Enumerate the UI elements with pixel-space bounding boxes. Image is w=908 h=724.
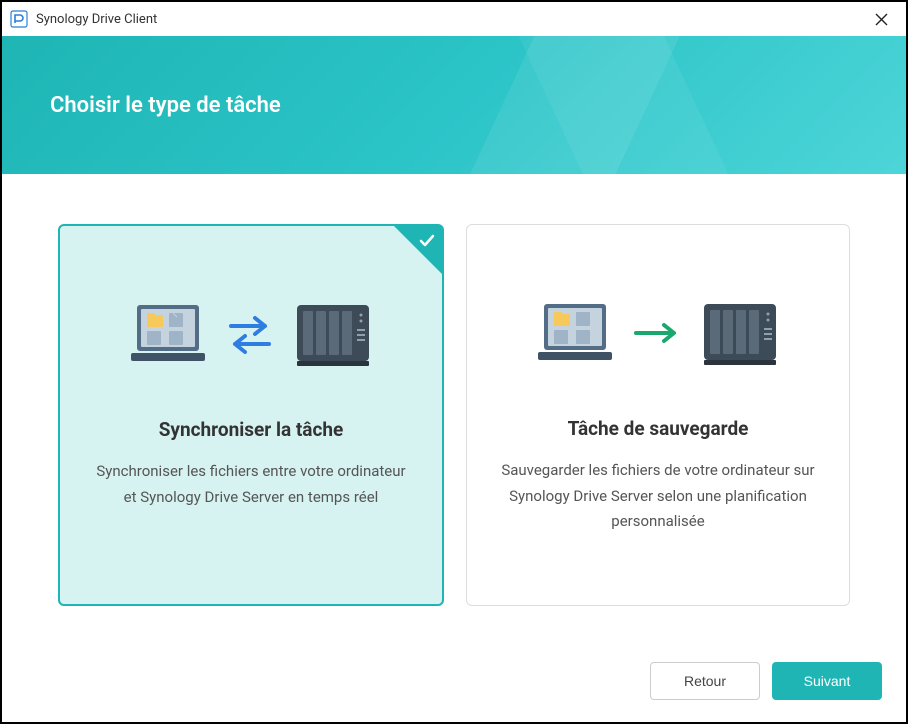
titlebar: Synology Drive Client xyxy=(2,2,906,36)
window-title: Synology Drive Client xyxy=(36,12,864,27)
card-sync-task[interactable]: Synchroniser la tâche Synchroniser les f… xyxy=(58,224,444,606)
nas-icon xyxy=(293,299,373,369)
nas-icon xyxy=(700,298,780,368)
arrow-right-icon xyxy=(632,321,682,345)
sync-card-title: Synchroniser la tâche xyxy=(88,418,414,441)
sync-arrows-icon xyxy=(225,312,275,356)
card-backup-task[interactable]: Tâche de sauvegarde Sauvegarder les fich… xyxy=(466,224,850,606)
close-icon xyxy=(875,13,888,26)
footer: Retour Suivant xyxy=(2,646,906,722)
backup-card-description: Sauvegarder les fichiers de votre ordina… xyxy=(495,458,821,535)
backup-illustration xyxy=(495,283,821,383)
close-button[interactable] xyxy=(864,5,898,33)
laptop-icon xyxy=(129,303,207,365)
check-icon xyxy=(418,232,436,254)
back-button[interactable]: Retour xyxy=(650,662,760,700)
header-banner: Choisir le type de tâche xyxy=(2,36,906,174)
app-icon xyxy=(10,10,28,28)
backup-card-title: Tâche de sauvegarde xyxy=(495,417,821,440)
laptop-icon xyxy=(536,302,614,364)
page-title: Choisir le type de tâche xyxy=(50,93,281,118)
next-button[interactable]: Suivant xyxy=(772,662,882,700)
sync-illustration xyxy=(88,284,414,384)
sync-card-description: Synchroniser les fichiers entre votre or… xyxy=(88,459,414,510)
content-area: Synchroniser la tâche Synchroniser les f… xyxy=(2,174,906,646)
